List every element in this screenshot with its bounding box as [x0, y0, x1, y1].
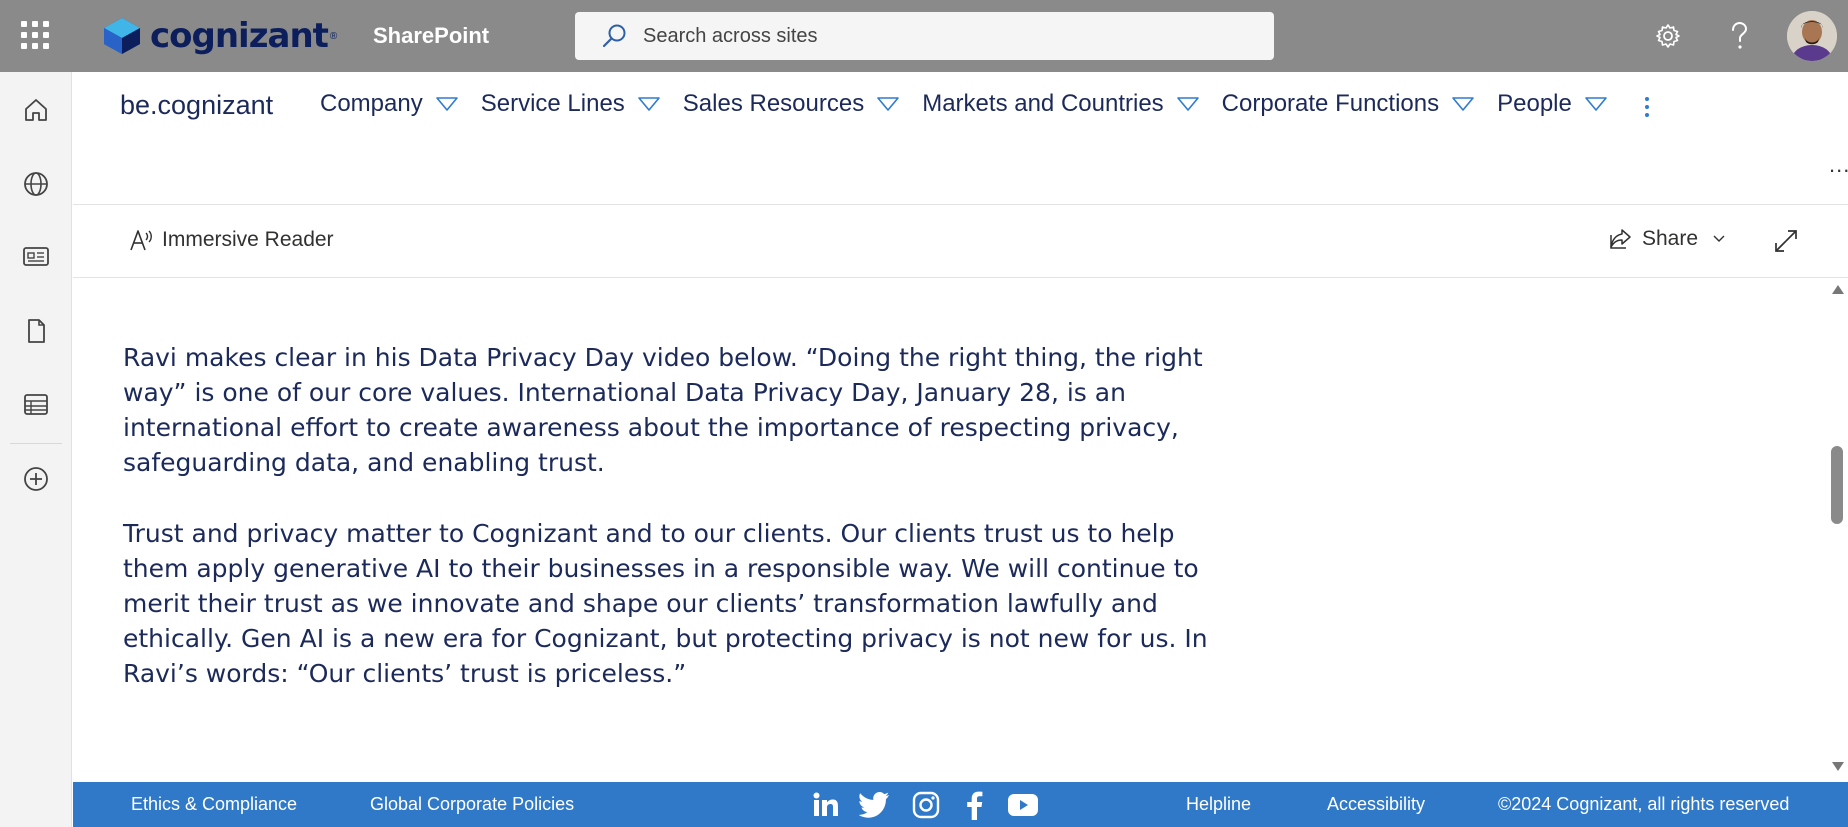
share-label: Share — [1642, 227, 1699, 250]
left-app-rail — [0, 72, 72, 827]
nav-item-label: Corporate Functions — [1221, 90, 1440, 117]
nav-item-service-lines[interactable]: Service Lines — [481, 90, 661, 118]
search-box[interactable] — [575, 12, 1274, 60]
user-avatar[interactable] — [1787, 11, 1837, 61]
nav-item-label: Company — [320, 90, 423, 117]
hub-navigation: Company Service Lines Sales Resources Ma… — [320, 90, 1630, 118]
nav-item-label: Service Lines — [480, 90, 625, 117]
linkedin-icon[interactable] — [810, 789, 842, 821]
rail-divider — [10, 443, 62, 444]
sharepoint-page: { "suitebar": { "app_name": "SharePoint"… — [0, 0, 1848, 827]
instagram-icon[interactable] — [910, 789, 942, 821]
youtube-icon[interactable] — [1007, 789, 1039, 821]
nav-item-label: Markets and Countries — [922, 90, 1164, 117]
create-add-icon[interactable] — [16, 459, 56, 499]
settings-gear-icon[interactable] — [1650, 18, 1686, 54]
cognizant-logo-mark-icon — [104, 18, 140, 54]
nav-item-corporate-functions[interactable]: Corporate Functions — [1222, 90, 1475, 118]
scroll-up-arrow-icon[interactable] — [1832, 285, 1844, 294]
logo-trademark: ® — [329, 30, 338, 42]
chevron-down-icon — [1585, 97, 1607, 111]
article-paragraph: Ravi makes clear in his Data Privacy Day… — [123, 343, 1203, 477]
lists-icon[interactable] — [16, 384, 56, 424]
immersive-reader-icon — [130, 230, 152, 251]
footer-link-policies[interactable]: Global Corporate Policies — [370, 794, 574, 815]
chevron-down-icon — [1713, 235, 1725, 242]
immersive-reader-label: Immersive Reader — [162, 228, 334, 251]
footer-link-accessibility[interactable]: Accessibility — [1327, 794, 1425, 815]
vertical-scrollbar[interactable] — [1828, 279, 1848, 782]
cognizant-logo[interactable]: cognizant ® — [100, 14, 337, 58]
site-footer: Ethics & Compliance Global Corporate Pol… — [73, 782, 1848, 827]
article-content: Ravi makes clear in his Data Privacy Day… — [73, 279, 1828, 782]
footer-link-helpline[interactable]: Helpline — [1186, 794, 1251, 815]
chevron-down-icon — [1452, 97, 1474, 111]
more-actions-button[interactable]: ... — [1829, 152, 1848, 178]
article-paragraph: Trust and privacy matter to Cognizant an… — [123, 519, 1208, 688]
search-input[interactable] — [643, 24, 1243, 48]
chevron-down-icon — [877, 97, 900, 111]
nav-item-sales-resources[interactable]: Sales Resources — [683, 90, 900, 118]
scrollbar-thumb[interactable] — [1831, 446, 1843, 524]
footer-link-ethics[interactable]: Ethics & Compliance — [131, 794, 297, 815]
chevron-down-icon — [1176, 97, 1199, 111]
app-launcher-icon[interactable] — [20, 18, 50, 52]
nav-item-label: People — [1497, 90, 1572, 117]
chevron-down-icon — [435, 97, 458, 111]
footer-copyright: ©2024 Cognizant, all rights reserved — [1498, 794, 1790, 814]
immersive-reader-button[interactable]: Immersive Reader — [128, 227, 334, 253]
site-name-link[interactable]: be.cognizant — [120, 90, 273, 121]
suite-bar: cognizant ® SharePoint — [0, 0, 1848, 72]
nav-item-markets-and-countries[interactable]: Markets and Countries — [922, 90, 1199, 118]
site-header: be.cognizant Company Service Lines Sales… — [73, 72, 1848, 204]
chevron-down-icon — [637, 97, 660, 111]
scroll-down-arrow-icon[interactable] — [1832, 762, 1844, 771]
globe-sites-icon[interactable] — [16, 164, 56, 204]
search-icon — [602, 24, 626, 48]
nav-overflow-kebab-icon[interactable] — [1637, 92, 1657, 122]
expand-icon[interactable] — [1770, 225, 1802, 257]
command-bar: Immersive Reader Share — [73, 204, 1848, 278]
twitter-icon[interactable] — [858, 789, 890, 821]
nav-item-company[interactable]: Company — [320, 90, 459, 118]
share-button[interactable]: Share — [1608, 227, 1726, 251]
news-icon[interactable] — [16, 236, 56, 276]
app-title[interactable]: SharePoint — [373, 23, 489, 49]
nav-item-label: Sales Resources — [682, 90, 865, 117]
nav-item-people[interactable]: People — [1497, 90, 1608, 118]
files-icon[interactable] — [16, 311, 56, 351]
logo-wordmark: cognizant — [150, 16, 329, 56]
help-icon[interactable] — [1721, 18, 1757, 54]
facebook-icon[interactable] — [958, 789, 990, 821]
home-icon[interactable] — [16, 90, 56, 130]
share-icon — [1610, 229, 1631, 249]
